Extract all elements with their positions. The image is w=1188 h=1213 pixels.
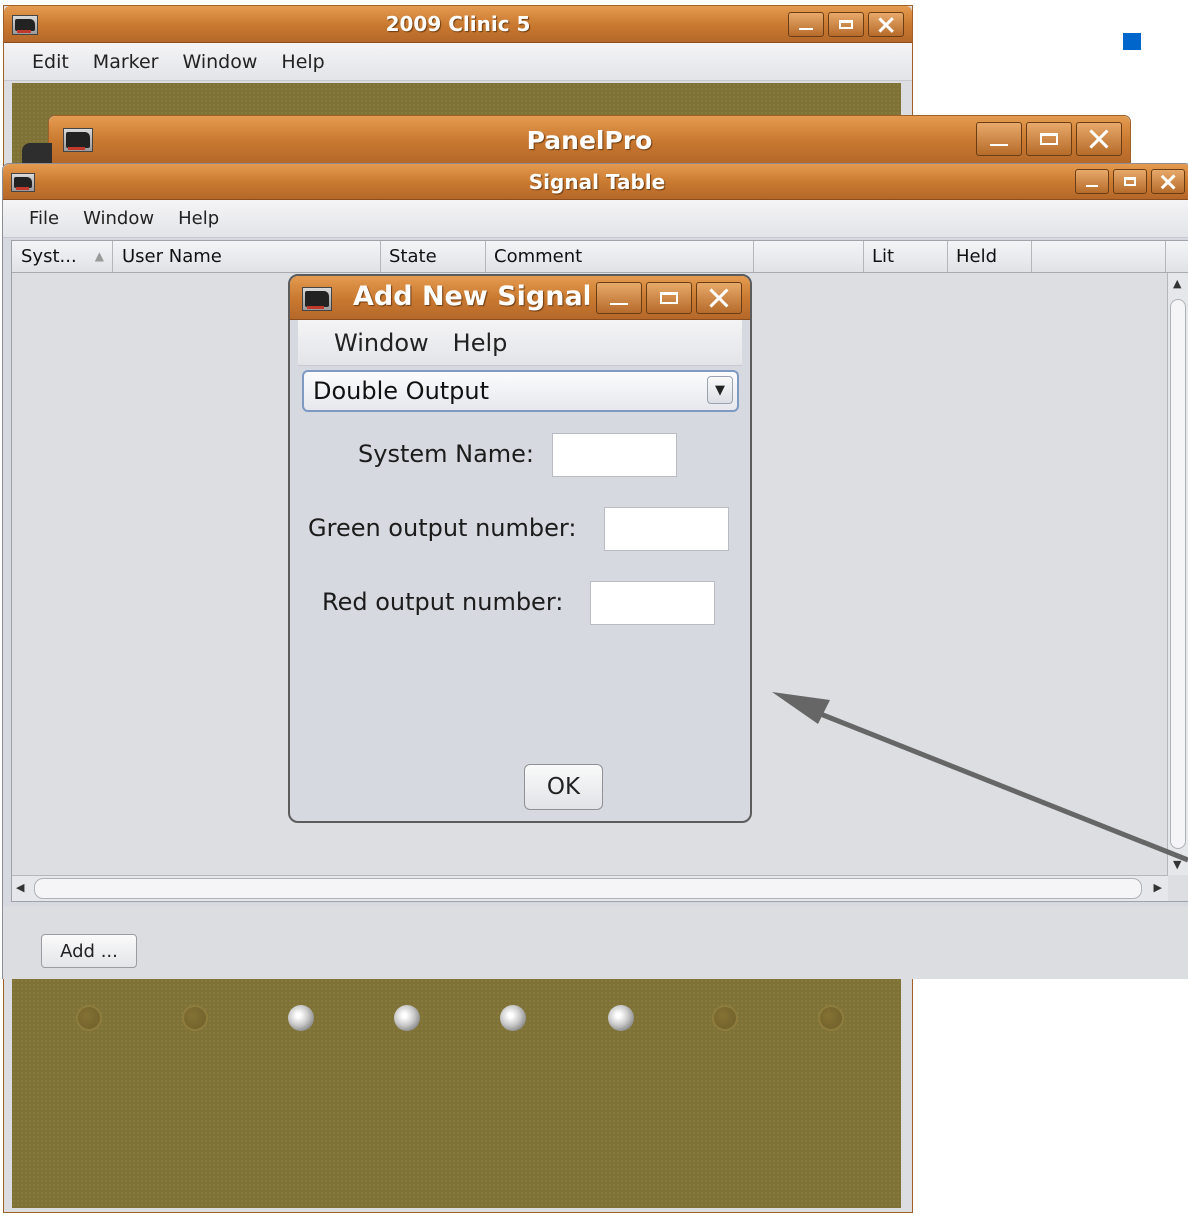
scroll-thumb[interactable] [1170,299,1186,849]
panelpro-title: PanelPro [526,126,653,155]
maximize-button[interactable] [828,12,864,37]
scroll-right-icon[interactable]: ▶ [1154,881,1162,894]
maximize-button[interactable] [1113,169,1147,194]
menu-help[interactable]: Help [166,208,231,229]
scroll-thumb[interactable] [34,878,1142,899]
clinic-titlebar[interactable]: 2009 Clinic 5 [4,6,912,43]
clinic-title: 2009 Clinic 5 [385,12,531,36]
red-output-label: Red output number: [322,588,564,616]
minimize-button[interactable] [976,122,1022,156]
indicator-light[interactable] [182,1005,208,1031]
menu-help[interactable]: Help [441,329,520,357]
column-header-system-name[interactable]: Syst... ▲ [12,241,113,272]
scroll-up-icon[interactable]: ▲ [1173,277,1181,290]
button-bar: Add ... [3,906,1188,979]
app-icon [302,287,332,311]
signal-table-titlebar[interactable]: Signal Table [3,164,1188,200]
close-button[interactable] [868,12,904,37]
minimize-button[interactable] [596,282,642,314]
maximize-button[interactable] [646,282,692,314]
system-name-label: System Name: [358,440,535,468]
menu-edit[interactable]: Edit [20,51,81,73]
close-button[interactable] [1076,122,1122,156]
signal-table-menubar: File Window Help [3,200,1188,238]
maximize-button[interactable] [1026,122,1072,156]
column-header-held[interactable]: Held [948,241,1032,272]
signal-type-value: Double Output [313,377,490,405]
menu-window[interactable]: Window [322,329,441,357]
column-header-extra[interactable] [1032,241,1166,272]
scroll-down-icon[interactable]: ▼ [1173,858,1181,871]
column-header-state[interactable]: State [381,241,486,272]
indicator-light[interactable] [712,1005,738,1031]
menu-help[interactable]: Help [269,51,336,73]
column-header-blank[interactable] [754,241,864,272]
scroll-left-icon[interactable]: ◀ [16,881,24,894]
menu-file[interactable]: File [17,208,71,229]
close-button[interactable] [696,282,742,314]
dialog-menubar: Window Help [298,320,742,366]
ok-button[interactable]: OK [524,764,603,810]
indicator-light[interactable] [818,1005,844,1031]
column-header-user-name[interactable]: User Name [113,241,381,272]
green-output-label: Green output number: [308,514,577,542]
table-header: Syst... ▲ User Name State Comment Lit He… [12,241,1188,273]
minimize-button[interactable] [788,12,824,37]
column-header-comment[interactable]: Comment [486,241,754,272]
column-label: Syst... [21,246,77,267]
indicator-light[interactable] [608,1005,634,1031]
menu-window[interactable]: Window [71,208,166,229]
minimize-button[interactable] [1075,169,1109,194]
column-header-lit[interactable]: Lit [864,241,948,272]
clinic-menubar: Edit Marker Window Help [4,43,912,81]
menu-marker[interactable]: Marker [81,51,171,73]
close-button[interactable] [1151,169,1185,194]
signal-table-title: Signal Table [528,170,666,194]
indicator-light[interactable] [288,1005,314,1031]
sort-ascending-icon: ▲ [94,249,104,263]
dialog-titlebar[interactable]: Add New Signal [290,276,750,320]
system-name-input[interactable] [552,433,677,477]
horizontal-scrollbar[interactable]: ◀ ▶ [12,875,1168,901]
indicator-light[interactable] [76,1005,102,1031]
blue-marker-square [1123,33,1141,50]
add-signal-button[interactable]: Add ... [41,934,137,968]
dialog-title: Add New Signal [353,281,589,312]
indicator-light[interactable] [500,1005,526,1031]
red-output-input[interactable] [590,581,715,625]
indicator-light[interactable] [394,1005,420,1031]
green-output-input[interactable] [604,507,729,551]
vertical-scrollbar[interactable]: ▲ ▼ [1167,273,1188,875]
dropdown-arrow-icon[interactable]: ▼ [707,376,733,404]
panelpro-titlebar[interactable]: PanelPro [49,116,1130,164]
add-new-signal-dialog: Add New Signal Window Help Double Output… [288,274,752,823]
signal-type-select[interactable]: Double Output ▼ [302,370,739,412]
indicator-row [4,1002,904,1042]
menu-window[interactable]: Window [170,51,269,73]
